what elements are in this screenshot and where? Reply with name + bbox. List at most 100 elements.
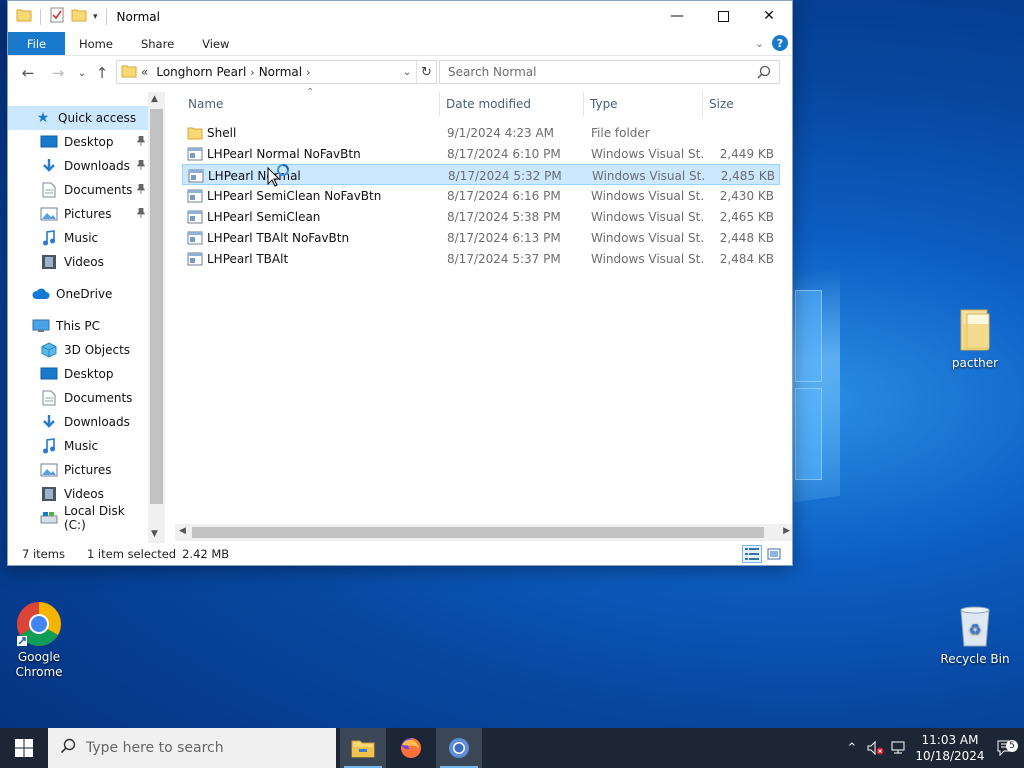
download-arrow-icon	[40, 414, 58, 430]
maximize-button[interactable]	[700, 1, 746, 31]
nav-desktop[interactable]: Desktop	[8, 130, 148, 154]
refresh-icon[interactable]: ↻	[416, 61, 436, 83]
search-placeholder: Search Normal	[448, 65, 537, 79]
desktop-icon-google-chrome[interactable]: Google Chrome	[1, 600, 77, 680]
notifications-button[interactable]: 5	[988, 740, 1024, 756]
nav-this-pc[interactable]: This PC	[8, 314, 148, 338]
sort-ascending-icon: ⌃	[306, 87, 315, 98]
scroll-thumb[interactable]	[150, 109, 163, 504]
file-row-lhpearl-normal-nofavbtn[interactable]: LHPearl Normal NoFavBtn 8/17/2024 6:10 PM…	[182, 143, 780, 164]
nav-quick-access[interactable]: ★ Quick access	[8, 106, 148, 130]
pin-icon[interactable]	[136, 183, 146, 194]
file-row-lhpearl-tbalt[interactable]: LHPearl TBAlt 8/17/2024 5:37 PM Windows Vi…	[182, 248, 780, 269]
pin-icon[interactable]	[136, 135, 146, 146]
loading-cursor-icon	[266, 164, 290, 191]
computer-icon	[32, 318, 50, 334]
file-size: 2,448 KB	[719, 230, 774, 245]
taskbar-search-placeholder: Type here to search	[86, 740, 224, 756]
title-bar[interactable]: ▾ Normal — ✕	[8, 1, 792, 32]
tab-view[interactable]: View	[188, 32, 243, 55]
taskbar-file-explorer[interactable]	[340, 728, 386, 768]
nav-onedrive[interactable]: OneDrive	[8, 282, 148, 306]
minimize-button[interactable]: —	[654, 1, 700, 31]
address-controls: ⌄ ↻	[398, 61, 436, 83]
recycle-bin-icon: ♻	[951, 602, 999, 650]
clock[interactable]: 11:03 AM 10/18/2024	[912, 732, 988, 764]
nav-music[interactable]: Music	[8, 226, 148, 250]
file-row-lhpearl-semiclean[interactable]: LHPearl SemiClean 8/17/2024 5:38 PM Window…	[182, 206, 780, 227]
chevron-down-icon[interactable]: ⌄	[398, 67, 416, 78]
new-folder-icon[interactable]	[71, 7, 87, 26]
scroll-thumb[interactable]	[192, 527, 764, 538]
nav-desktop[interactable]: Desktop	[8, 362, 148, 386]
scroll-up-icon[interactable]: ▲	[151, 94, 158, 104]
taskbar-search-input[interactable]: Type here to search	[48, 728, 336, 768]
forward-button[interactable]: →	[46, 61, 70, 85]
column-header-size[interactable]: Size	[703, 92, 783, 116]
network-icon[interactable]	[888, 741, 912, 755]
nav-label: Downloads	[64, 159, 130, 173]
nav-label: Desktop	[64, 367, 114, 381]
file-row-shell[interactable]: Shell 9/1/2024 4:23 AM File folder	[182, 122, 780, 143]
taskbar: Type here to search ⌃ 11:03 AM 10/18/202…	[0, 728, 1024, 768]
tab-file[interactable]: File	[8, 32, 65, 55]
scroll-down-icon[interactable]: ▼	[151, 529, 158, 539]
nav-downloads[interactable]: Downloads	[8, 410, 148, 434]
chevron-right-icon[interactable]: ›	[306, 66, 310, 79]
properties-icon[interactable]	[49, 7, 65, 26]
file-size: 2,485 KB	[720, 168, 775, 183]
breadcrumb-normal[interactable]: Normal	[255, 65, 306, 79]
show-hidden-icons-chevron-up-icon[interactable]: ⌃	[840, 741, 864, 756]
desktop-icon-pacther[interactable]: pacther	[937, 306, 1013, 371]
nav-3d-objects[interactable]: 3D Objects	[8, 338, 148, 362]
column-header-date[interactable]: Date modified	[440, 92, 583, 116]
close-button[interactable]: ✕	[746, 1, 792, 31]
nav-local-disk-c[interactable]: Local Disk (C:)	[8, 504, 148, 532]
search-input[interactable]: Search Normal	[439, 60, 780, 84]
help-icon[interactable]: ?	[772, 35, 788, 51]
nav-music[interactable]: Music	[8, 434, 148, 458]
start-button[interactable]	[0, 728, 48, 768]
desktop-icon-label: Google	[17, 650, 61, 664]
taskbar-chrome[interactable]	[436, 728, 482, 768]
visual-style-file-icon	[187, 227, 205, 248]
pin-icon[interactable]	[136, 159, 146, 170]
back-button[interactable]: ←	[16, 61, 40, 85]
tab-share[interactable]: Share	[127, 32, 188, 55]
file-name: LHPearl SemiClean	[207, 209, 321, 224]
desktop-icon-label: Recycle Bin	[940, 652, 1010, 666]
nav-downloads[interactable]: Downloads	[8, 154, 148, 178]
nav-documents[interactable]: Documents	[8, 386, 148, 410]
nav-videos[interactable]: Videos	[8, 482, 148, 506]
tab-home[interactable]: Home	[65, 32, 127, 55]
taskbar-firefox[interactable]	[388, 728, 434, 768]
file-row-lhpearl-tbalt-nofavbtn[interactable]: LHPearl TBAlt NoFavBtn 8/17/2024 6:13 PM W…	[182, 227, 780, 248]
desktop-icon-recycle-bin[interactable]: ♻ Recycle Bin	[937, 602, 1013, 667]
nav-pictures[interactable]: Pictures	[8, 458, 148, 482]
file-list: Name ⌃ Date modified Type Size Shell 9/1/…	[165, 87, 792, 543]
volume-muted-icon[interactable]	[864, 741, 888, 755]
scroll-left-icon[interactable]: ◀	[179, 526, 186, 536]
customize-dropdown-icon[interactable]: ▾	[93, 12, 98, 22]
expand-ribbon-icon[interactable]: ⌄	[755, 37, 764, 50]
desktop-icon	[40, 134, 58, 150]
up-button[interactable]: ↑	[90, 61, 114, 85]
pin-icon[interactable]	[136, 207, 146, 218]
nav-label: Videos	[64, 487, 104, 501]
wallpaper-pane	[795, 290, 822, 382]
horizontal-scrollbar[interactable]: ◀ ▶	[175, 524, 792, 541]
nav-videos[interactable]: Videos	[8, 250, 148, 274]
details-view-button[interactable]	[742, 545, 762, 563]
breadcrumb-overflow[interactable]: «	[137, 65, 152, 79]
column-header-type[interactable]: Type	[584, 92, 702, 116]
nav-scrollbar[interactable]: ▲ ▼	[148, 92, 165, 543]
address-bar[interactable]: « Longhorn Pearl › Normal › ⌄ ↻	[116, 60, 437, 84]
visual-style-file-icon	[187, 206, 205, 227]
nav-pictures[interactable]: Pictures	[8, 202, 148, 226]
breadcrumb-longhorn-pearl[interactable]: Longhorn Pearl	[152, 65, 250, 79]
nav-documents[interactable]: Documents	[8, 178, 148, 202]
ribbon-tabs: File Home Share View ⌄ ?	[8, 32, 792, 56]
scroll-right-icon[interactable]: ▶	[783, 526, 790, 536]
nav-label: OneDrive	[56, 287, 113, 301]
large-icons-view-button[interactable]	[764, 545, 784, 563]
